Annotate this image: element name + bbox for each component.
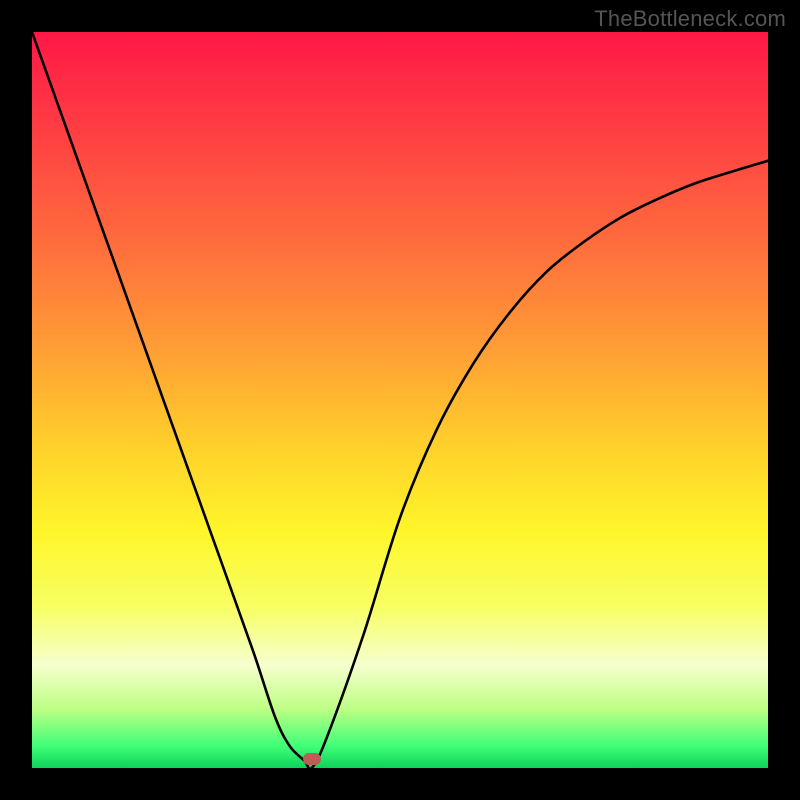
min-marker [303, 753, 321, 765]
curve-path [32, 32, 768, 768]
watermark-text: TheBottleneck.com [594, 6, 786, 32]
curve-svg [32, 32, 768, 768]
plot-area [32, 32, 768, 768]
chart-root: TheBottleneck.com [0, 0, 800, 800]
